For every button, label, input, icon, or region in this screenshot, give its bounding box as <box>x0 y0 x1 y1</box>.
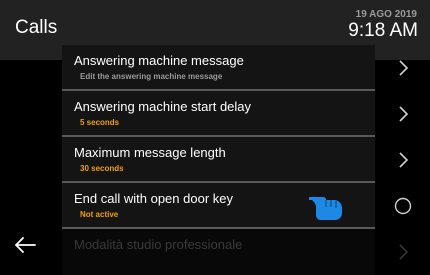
row-subtitle: 5 seconds <box>80 118 120 127</box>
row-chevron-button[interactable] <box>392 57 414 79</box>
list-item-maximum-message-length[interactable]: Maximum message length 30 seconds <box>62 137 430 183</box>
row-title: Modalità studio professionale <box>74 237 243 252</box>
chevron-right-icon <box>399 106 409 122</box>
back-button[interactable] <box>10 230 40 260</box>
row-chevron-button[interactable] <box>392 103 414 125</box>
chevron-right-icon <box>399 152 409 168</box>
row-chevron-button[interactable] <box>392 149 414 171</box>
list-item-end-call-with-open-door-key[interactable]: End call with open door key Not active <box>62 183 430 229</box>
pointing-hand-icon <box>307 189 345 221</box>
row-subtitle: Edit the answering machine message <box>80 72 223 81</box>
back-arrow-icon <box>15 237 36 253</box>
row-title: Answering machine start delay <box>74 99 252 114</box>
date-label: 19 AGO 2019 <box>355 9 417 20</box>
sidebar <box>0 60 62 259</box>
row-radio-toggle[interactable] <box>392 195 414 217</box>
row-subtitle: 30 seconds <box>80 164 124 173</box>
row-card <box>62 91 375 137</box>
row-title: Maximum message length <box>74 145 226 160</box>
page-title: Calls <box>15 17 58 38</box>
row-title: Answering machine message <box>74 53 244 68</box>
list-item-answering-machine-message[interactable]: Answering machine message Edit the answe… <box>62 45 430 91</box>
row-card <box>62 45 375 91</box>
row-card <box>62 137 375 183</box>
row-card <box>62 229 375 275</box>
row-title: End call with open door key <box>74 191 233 206</box>
chevron-right-icon <box>399 60 409 76</box>
clock-time: 9:18 AM <box>348 20 418 41</box>
row-subtitle: Not active <box>80 210 119 219</box>
list-item-answering-machine-start-delay[interactable]: Answering machine start delay 5 seconds <box>62 91 430 137</box>
chevron-right-icon <box>399 244 409 260</box>
settings-list: Answering machine message Edit the answe… <box>62 45 430 275</box>
row-chevron-button[interactable] <box>392 241 414 263</box>
radio-off-icon <box>394 197 412 215</box>
list-item-modalita-studio-professionale[interactable]: Modalità studio professionale <box>62 229 430 275</box>
